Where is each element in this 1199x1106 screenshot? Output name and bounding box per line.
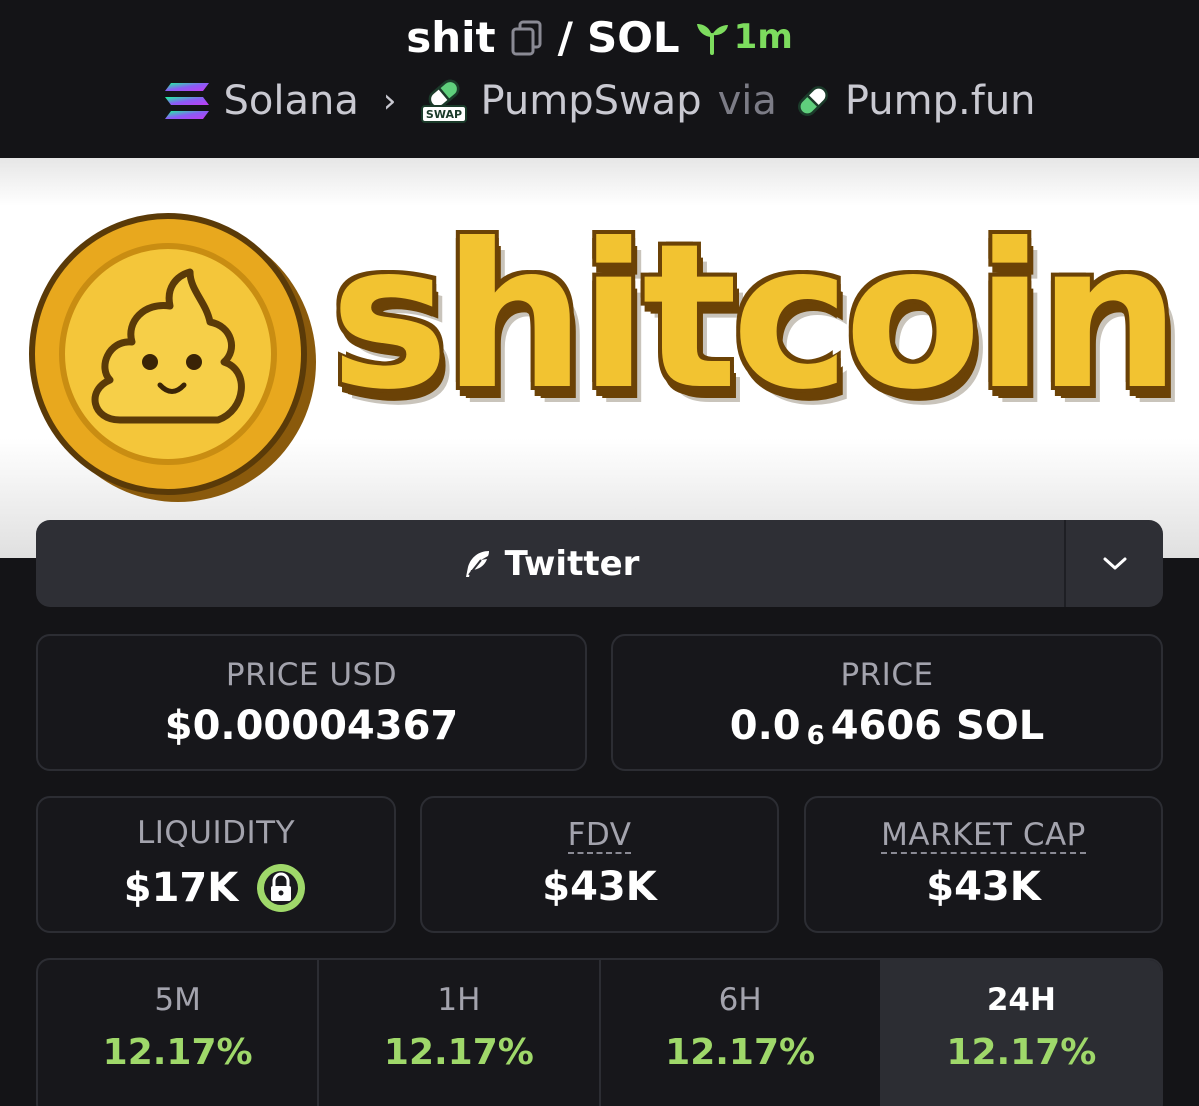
dex-link[interactable]: SWAP PumpSwap — [420, 78, 702, 124]
price-native-label: PRICE — [840, 656, 934, 693]
poop-coin-logo — [29, 213, 316, 502]
price-native-card: PRICE 0.0 6 4606 SOL — [611, 634, 1163, 771]
tab-label: 24H — [986, 982, 1056, 1018]
pumpswap-icon: SWAP — [421, 79, 468, 123]
tab-change-value: 12.17% — [665, 1032, 816, 1073]
price-native-zero-count: 6 — [806, 720, 825, 751]
liquidity-label: LIQUIDITY — [136, 814, 296, 851]
solana-icon — [165, 83, 210, 119]
tab-label: 5M — [154, 982, 201, 1018]
tab-1h[interactable]: 1H 12.17% — [319, 960, 601, 1106]
pill-icon — [797, 86, 828, 116]
copy-icon[interactable] — [510, 18, 544, 56]
launchpad-name: Pump.fun — [844, 78, 1036, 124]
sprout-icon — [696, 24, 728, 55]
liquidity-value-row: $17K — [124, 861, 309, 915]
chevron-down-icon — [1103, 557, 1126, 569]
price-usd-value: $0.00004367 — [164, 702, 459, 749]
chevron-right-icon: › — [382, 81, 397, 121]
tab-24h[interactable]: 24H 12.17% — [881, 960, 1161, 1106]
price-usd-label: PRICE USD — [225, 656, 398, 693]
token-banner: shitcoin — [0, 158, 1199, 558]
lock-icon[interactable] — [254, 861, 308, 915]
tab-label: 6H — [718, 982, 762, 1018]
pair-separator: / — [557, 12, 573, 62]
liquidity-card: LIQUIDITY $17K — [36, 796, 396, 933]
tab-5m[interactable]: 5M 12.17% — [38, 960, 320, 1106]
pair-title: shit / SOL 1m — [0, 10, 1199, 64]
token-symbol: shit — [406, 12, 496, 62]
banner-wordmark: shitcoin — [330, 201, 1180, 434]
pair-age-text: 1m — [733, 17, 793, 57]
price-usd-card: PRICE USD $0.00004367 — [36, 634, 587, 771]
liquidity-value: $17K — [123, 864, 239, 911]
price-native-prefix: 0.0 — [729, 702, 801, 749]
price-native-value: 0.0 6 4606 SOL — [729, 702, 1045, 751]
market-cap-card: MARKET CAP $43K — [804, 796, 1163, 933]
tab-label: 1H — [437, 982, 481, 1018]
more-links-dropdown[interactable] — [1064, 520, 1163, 607]
swap-badge-text: SWAP — [426, 108, 462, 121]
fdv-value: $43K — [542, 863, 657, 910]
twitter-button[interactable]: Twitter — [36, 520, 1064, 607]
pair-route: Solana › SWAP PumpSwap via Pump.fun — [0, 74, 1199, 128]
twitter-label: Twitter — [504, 543, 640, 584]
pair-header: shit / SOL 1m Solana › SWAP PumpSwap via… — [0, 0, 1199, 158]
feather-icon — [465, 550, 489, 577]
market-cap-value: $43K — [926, 863, 1041, 910]
token-page: shit / SOL 1m Solana › SWAP PumpSwap via… — [0, 0, 1199, 1106]
market-cap-label[interactable]: MARKET CAP — [881, 819, 1086, 854]
chain-link[interactable]: Solana — [163, 78, 359, 124]
dex-name: PumpSwap — [480, 78, 702, 124]
price-native-suffix: 4606 SOL — [830, 702, 1045, 749]
tab-change-value: 12.17% — [102, 1032, 253, 1073]
pair-age: 1m — [694, 17, 793, 57]
tab-change-value: 12.17% — [383, 1032, 534, 1073]
fdv-card: FDV $43K — [420, 796, 779, 933]
price-change-tabs: 5M 12.17% 1H 12.17% 6H 12.17% 24H 12.17% — [36, 958, 1163, 1106]
launchpad-link[interactable]: Pump.fun — [793, 78, 1036, 124]
fdv-label[interactable]: FDV — [567, 819, 632, 854]
quote-symbol: SOL — [586, 12, 680, 62]
social-links-bar: Twitter — [36, 520, 1163, 607]
tab-6h[interactable]: 6H 12.17% — [601, 960, 882, 1106]
tab-change-value: 12.17% — [946, 1032, 1097, 1073]
chain-name: Solana — [223, 78, 359, 124]
via-text: via — [717, 78, 777, 124]
